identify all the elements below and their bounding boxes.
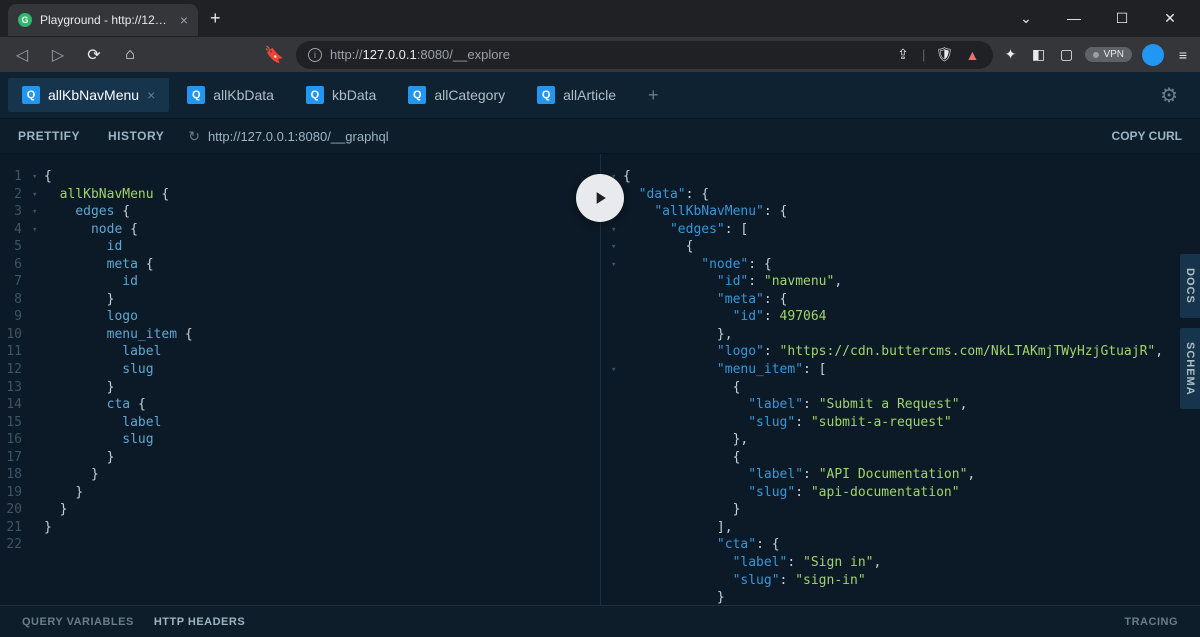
- share-icon[interactable]: ⇪: [894, 46, 912, 64]
- warning-icon[interactable]: ▲: [963, 46, 981, 64]
- tracing-tab[interactable]: TRACING: [1114, 616, 1188, 628]
- settings-gear-icon[interactable]: ⚙: [1146, 83, 1192, 108]
- history-button[interactable]: HISTORY: [94, 121, 178, 151]
- response-pane[interactable]: ▾{▾ "data": {▾ "allKbNavMenu": {▾ "edges…: [600, 154, 1200, 605]
- http-headers-tab[interactable]: HTTP HEADERS: [144, 616, 255, 628]
- maximize-button[interactable]: ☐: [1100, 2, 1144, 34]
- play-icon: [590, 188, 610, 208]
- playground-tab-label: kbData: [332, 87, 376, 103]
- forward-button[interactable]: ▷: [44, 41, 72, 69]
- query-badge-icon: Q: [187, 86, 205, 104]
- playground-tab-allArticle[interactable]: QallArticle: [523, 78, 630, 112]
- playground-tab-kbData[interactable]: QkbData: [292, 78, 390, 112]
- browser-tab-strip: G Playground - http://127.0.0.1:8080 × +…: [0, 0, 1200, 36]
- url-text: http://127.0.0.1:8080/__explore: [330, 47, 510, 62]
- bookmark-icon[interactable]: 🔖: [260, 41, 288, 69]
- extensions-icon[interactable]: ✦: [1001, 46, 1019, 64]
- site-info-icon[interactable]: i: [308, 48, 322, 62]
- browser-tab-title: Playground - http://127.0.0.1:8080: [40, 13, 172, 27]
- docs-tab[interactable]: DOCS: [1180, 254, 1200, 318]
- favicon-icon: G: [18, 13, 32, 27]
- playground-tab-bar: QallKbNavMenu×QallKbDataQkbDataQallCateg…: [0, 72, 1200, 118]
- query-badge-icon: Q: [306, 86, 324, 104]
- playground-tab-allKbNavMenu[interactable]: QallKbNavMenu ×: [8, 78, 169, 112]
- new-tab-button[interactable]: +: [198, 8, 233, 29]
- browser-tab-active[interactable]: G Playground - http://127.0.0.1:8080 ×: [8, 4, 198, 36]
- endpoint-url: http://127.0.0.1:8080/__graphql: [208, 129, 389, 144]
- playground-toolbar: PRETTIFY HISTORY ↻ http://127.0.0.1:8080…: [0, 118, 1200, 154]
- browser-toolbar: ◁ ▷ ⟳ ⌂ 🔖 i http://127.0.0.1:8080/__expl…: [0, 36, 1200, 72]
- vpn-badge[interactable]: VPN: [1085, 47, 1132, 62]
- playground-footer: QUERY VARIABLES HTTP HEADERS TRACING: [0, 605, 1200, 637]
- home-button[interactable]: ⌂: [116, 41, 144, 69]
- back-button[interactable]: ◁: [8, 41, 36, 69]
- run-query-button[interactable]: [576, 174, 624, 222]
- collection-icon[interactable]: ▢: [1057, 46, 1075, 64]
- playground-tab-label: allKbData: [213, 87, 274, 103]
- query-variables-tab[interactable]: QUERY VARIABLES: [12, 616, 144, 628]
- endpoint-input[interactable]: ↻ http://127.0.0.1:8080/__graphql: [178, 128, 1097, 145]
- query-editor[interactable]: 1▾{2▾ allKbNavMenu {3▾ edges {4▾ node {5…: [0, 154, 600, 605]
- playground-tab-label: allKbNavMenu: [48, 87, 139, 103]
- prettify-button[interactable]: PRETTIFY: [4, 121, 94, 151]
- playground-tab-label: allArticle: [563, 87, 616, 103]
- copy-curl-button[interactable]: COPY CURL: [1098, 121, 1196, 151]
- playground-tab-label: allCategory: [434, 87, 505, 103]
- add-playground-tab-button[interactable]: +: [634, 77, 673, 114]
- reload-endpoint-icon[interactable]: ↻: [188, 128, 200, 145]
- sidepanel-icon[interactable]: ◧: [1029, 46, 1047, 64]
- playground-tab-allKbData[interactable]: QallKbData: [173, 78, 288, 112]
- query-badge-icon: Q: [408, 86, 426, 104]
- close-tab-icon[interactable]: ×: [147, 87, 155, 103]
- address-bar[interactable]: i http://127.0.0.1:8080/__explore ⇪ | 🛡 …: [296, 41, 993, 69]
- schema-tab[interactable]: SCHEMA: [1180, 328, 1200, 410]
- minimize-button[interactable]: —: [1052, 2, 1096, 34]
- shield-icon[interactable]: 🛡: [935, 46, 953, 64]
- menu-icon[interactable]: ≡: [1174, 46, 1192, 64]
- close-window-button[interactable]: ✕: [1148, 2, 1192, 34]
- window-controls: ⌄ — ☐ ✕: [1004, 2, 1200, 34]
- query-badge-icon: Q: [537, 86, 555, 104]
- reload-button[interactable]: ⟳: [80, 41, 108, 69]
- chevron-down-icon[interactable]: ⌄: [1004, 2, 1048, 34]
- close-tab-icon[interactable]: ×: [180, 12, 188, 28]
- profile-icon[interactable]: [1142, 44, 1164, 66]
- playground-tab-allCategory[interactable]: QallCategory: [394, 78, 519, 112]
- query-badge-icon: Q: [22, 86, 40, 104]
